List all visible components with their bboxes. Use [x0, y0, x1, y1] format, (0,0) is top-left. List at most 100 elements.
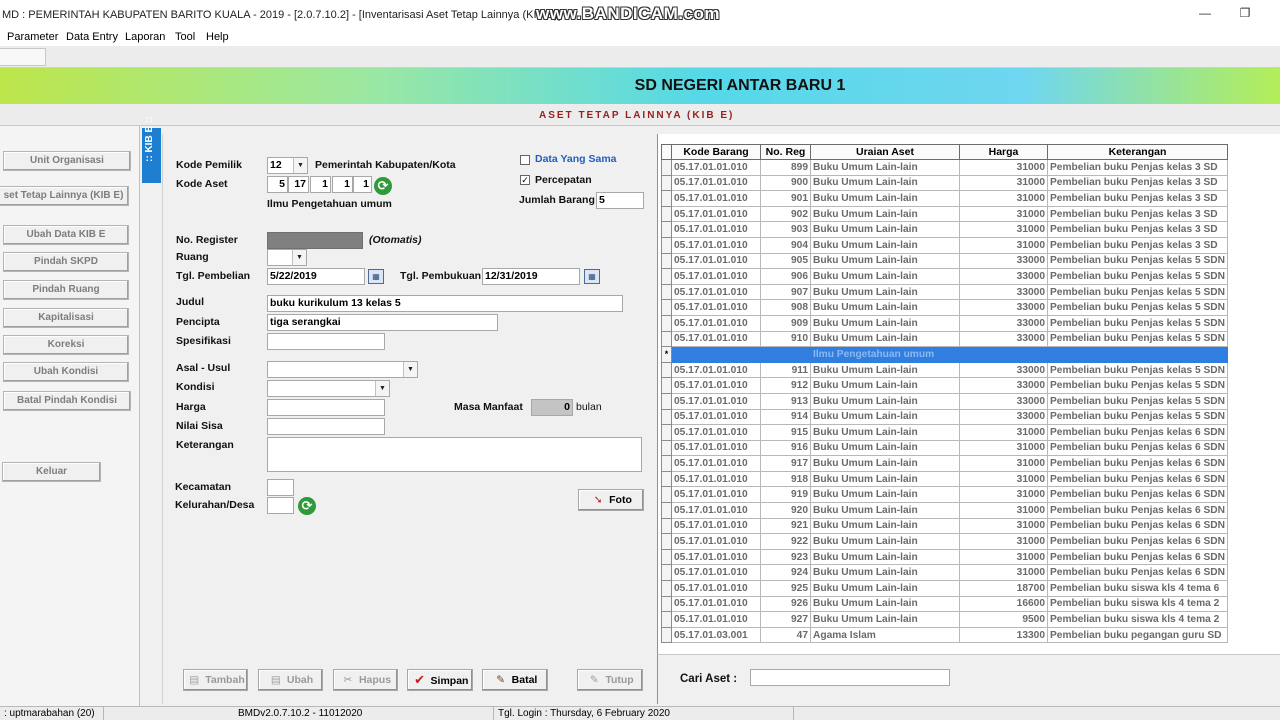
cell-no-reg[interactable]: 906 — [760, 268, 811, 285]
kode-aset-part-1[interactable]: 5 — [267, 176, 288, 193]
cell-uraian-aset[interactable]: Buku Umum Lain-lain — [810, 330, 960, 348]
cell-kode-barang[interactable]: 05.17.01.01.010 — [671, 174, 761, 192]
cell-harga[interactable]: 31000 — [959, 486, 1048, 504]
cell-no-reg[interactable]: 926 — [760, 595, 811, 613]
cell-harga[interactable]: 16600 — [959, 595, 1048, 613]
cell-uraian-aset[interactable]: Buku Umum Lain-lain — [810, 548, 960, 566]
cell-uraian-aset[interactable]: Buku Umum Lain-lain — [810, 486, 960, 504]
cari-aset-input[interactable] — [750, 669, 950, 686]
kelurahan-input[interactable] — [267, 497, 294, 514]
cell-harga[interactable]: 31000 — [959, 517, 1048, 535]
cell-uraian-aset[interactable]: Buku Umum Lain-lain — [810, 424, 960, 441]
cell-keterangan[interactable]: Pembelian buku Penjas kelas 5 SDN — [1047, 283, 1228, 301]
cell-kode-barang[interactable]: 05.17.01.01.010 — [671, 595, 761, 613]
cell-harga[interactable]: 31000 — [959, 502, 1048, 519]
cell-harga[interactable]: 31000 — [959, 159, 1048, 176]
cell-uraian-aset[interactable]: Agama Islam — [810, 626, 960, 644]
cell-harga[interactable]: 33000 — [959, 283, 1048, 301]
cell-kode-barang[interactable]: 05.17.01.01.010 — [671, 486, 761, 504]
row-selector[interactable] — [661, 221, 672, 238]
table-row[interactable]: 05.17.01.01.010 903 Buku Umum Lain-lain 310… — [661, 221, 1228, 238]
kode-aset-part-5[interactable]: 1 — [353, 176, 372, 193]
table-row[interactable]: 05.17.01.01.010 908 Buku Umum Lain-lain 330… — [661, 299, 1228, 316]
cell-no-reg[interactable]: 911 — [760, 361, 811, 379]
row-selector[interactable] — [661, 486, 672, 504]
row-selector[interactable] — [661, 190, 672, 207]
cell-no-reg[interactable]: 922 — [760, 533, 811, 550]
row-selector[interactable] — [661, 361, 672, 379]
cell-no-reg[interactable]: 921 — [760, 517, 811, 535]
table-row[interactable]: 05.17.01.01.010 913 Buku Umum Lain-lain 330… — [661, 392, 1228, 410]
table-row[interactable]: 05.17.01.01.010 915 Buku Umum Lain-lain 310… — [661, 424, 1228, 441]
cell-kode-barang[interactable]: 05.17.01.01.010 — [671, 392, 761, 410]
simpan-button[interactable]: ✔ Simpan — [407, 669, 473, 691]
cell-keterangan[interactable]: Pembelian buku pegangan guru SD — [1047, 626, 1228, 644]
row-selector[interactable] — [661, 424, 672, 441]
kode-aset-part-4[interactable]: 1 — [332, 176, 353, 193]
cell-uraian-aset[interactable]: Buku Umum Lain-lain — [810, 533, 960, 550]
row-selector[interactable] — [661, 377, 672, 394]
row-selector[interactable] — [661, 408, 672, 426]
row-selector[interactable] — [661, 595, 672, 613]
cell-kode-barang[interactable]: 05.17.01.01.010 — [671, 533, 761, 550]
cell-harga[interactable]: 18700 — [959, 580, 1048, 597]
kode-pemilik-select[interactable]: 12 ▼ — [267, 157, 308, 174]
row-selector[interactable]: * — [661, 346, 672, 363]
col-header-no-reg[interactable]: No. Reg — [760, 144, 811, 160]
cell-keterangan[interactable]: Pembelian buku Penjas kelas 5 SDN — [1047, 299, 1228, 316]
cell-uraian-aset[interactable]: Buku Umum Lain-lain — [810, 283, 960, 301]
col-header-harga[interactable]: Harga — [959, 144, 1048, 160]
asset-grid[interactable]: Kode Barang No. Reg Uraian Aset Harga Ke… — [661, 144, 1228, 644]
cell-no-reg[interactable]: 923 — [760, 548, 811, 566]
cell-keterangan[interactable]: Pembelian buku Penjas kelas 5 SDN — [1047, 314, 1228, 332]
cell-uraian-aset[interactable]: Buku Umum Lain-lain — [810, 159, 960, 176]
cell-kode-barang[interactable]: 05.17.01.01.010 — [671, 470, 761, 488]
menu-parameter[interactable]: Parameter — [7, 31, 58, 43]
cell-no-reg[interactable]: 902 — [760, 205, 811, 223]
refresh-icon[interactable]: ⟳ — [374, 177, 392, 195]
cell-harga[interactable]: 33000 — [959, 299, 1048, 316]
cell-kode-barang[interactable]: 05.17.01.01.010 — [671, 190, 761, 207]
cell-uraian-aset[interactable]: Buku Umum Lain-lain — [810, 439, 960, 457]
cell-keterangan[interactable]: Pembelian buku Penjas kelas 6 SDN — [1047, 517, 1228, 535]
cell-keterangan[interactable]: Pembelian buku Penjas kelas 3 SD — [1047, 190, 1228, 207]
table-row[interactable]: 05.17.01.03.001 47 Agama Islam 13300 Pembeli… — [661, 626, 1228, 644]
row-selector[interactable] — [661, 268, 672, 285]
kode-aset-part-2[interactable]: 17 — [288, 176, 309, 193]
cell-kode-barang[interactable]: 05.17.01.01.010 — [671, 221, 761, 238]
table-row[interactable]: 05.17.01.01.010 922 Buku Umum Lain-lain 310… — [661, 533, 1228, 550]
cell-no-reg[interactable]: 924 — [760, 564, 811, 582]
asal-usul-select[interactable]: ▼ — [267, 361, 418, 378]
cell-kode-barang[interactable]: 05.17.01.01.010 — [671, 564, 761, 582]
row-selector[interactable] — [661, 580, 672, 597]
cell-keterangan[interactable]: Pembelian buku Penjas kelas 5 SDN — [1047, 408, 1228, 426]
tutup-button[interactable]: ✎ Tutup — [577, 669, 643, 691]
cell-uraian-aset[interactable]: Buku Umum Lain-lain — [810, 268, 960, 285]
table-row[interactable]: 05.17.01.01.010 924 Buku Umum Lain-lain 310… — [661, 564, 1228, 582]
cell-keterangan[interactable]: Pembelian buku Penjas kelas 5 SDN — [1047, 361, 1228, 379]
table-row[interactable]: 05.17.01.01.010 925 Buku Umum Lain-lain 187… — [661, 580, 1228, 597]
row-selector[interactable] — [661, 533, 672, 550]
cell-keterangan[interactable]: Pembelian buku Penjas kelas 3 SD — [1047, 205, 1228, 223]
cell-no-reg[interactable]: 916 — [760, 439, 811, 457]
cell-harga[interactable]: 31000 — [959, 533, 1048, 550]
cell-harga[interactable]: 31000 — [959, 221, 1048, 238]
cell-harga[interactable]: 31000 — [959, 236, 1048, 254]
cell-keterangan[interactable]: Pembelian buku Penjas kelas 3 SD — [1047, 174, 1228, 192]
cell-harga[interactable]: 31000 — [959, 470, 1048, 488]
table-row[interactable]: 05.17.01.01.010 917 Buku Umum Lain-lain 310… — [661, 455, 1228, 472]
cell-kode-barang[interactable]: 05.17.01.01.010 — [671, 299, 761, 316]
cell-keterangan[interactable]: Pembelian buku Penjas kelas 5 SDN — [1047, 377, 1228, 394]
cell-kode-barang[interactable]: 05.17.01.01.010 — [671, 424, 761, 441]
keterangan-input[interactable] — [267, 437, 642, 472]
cell-keterangan[interactable]: Pembelian buku Penjas kelas 3 SD — [1047, 159, 1228, 176]
cell-keterangan[interactable]: Pembelian buku Penjas kelas 6 SDN — [1047, 424, 1228, 441]
cell-harga[interactable]: 31000 — [959, 564, 1048, 582]
table-row[interactable]: 05.17.01.01.010 906 Buku Umum Lain-lain 330… — [661, 268, 1228, 285]
cell-keterangan[interactable] — [1047, 346, 1228, 363]
cell-uraian-aset[interactable]: Buku Umum Lain-lain — [810, 252, 960, 270]
cell-harga[interactable]: 31000 — [959, 174, 1048, 192]
document-tab[interactable] — [0, 48, 46, 66]
cell-uraian-aset[interactable]: Buku Umum Lain-lain — [810, 299, 960, 316]
row-selector[interactable] — [661, 564, 672, 582]
